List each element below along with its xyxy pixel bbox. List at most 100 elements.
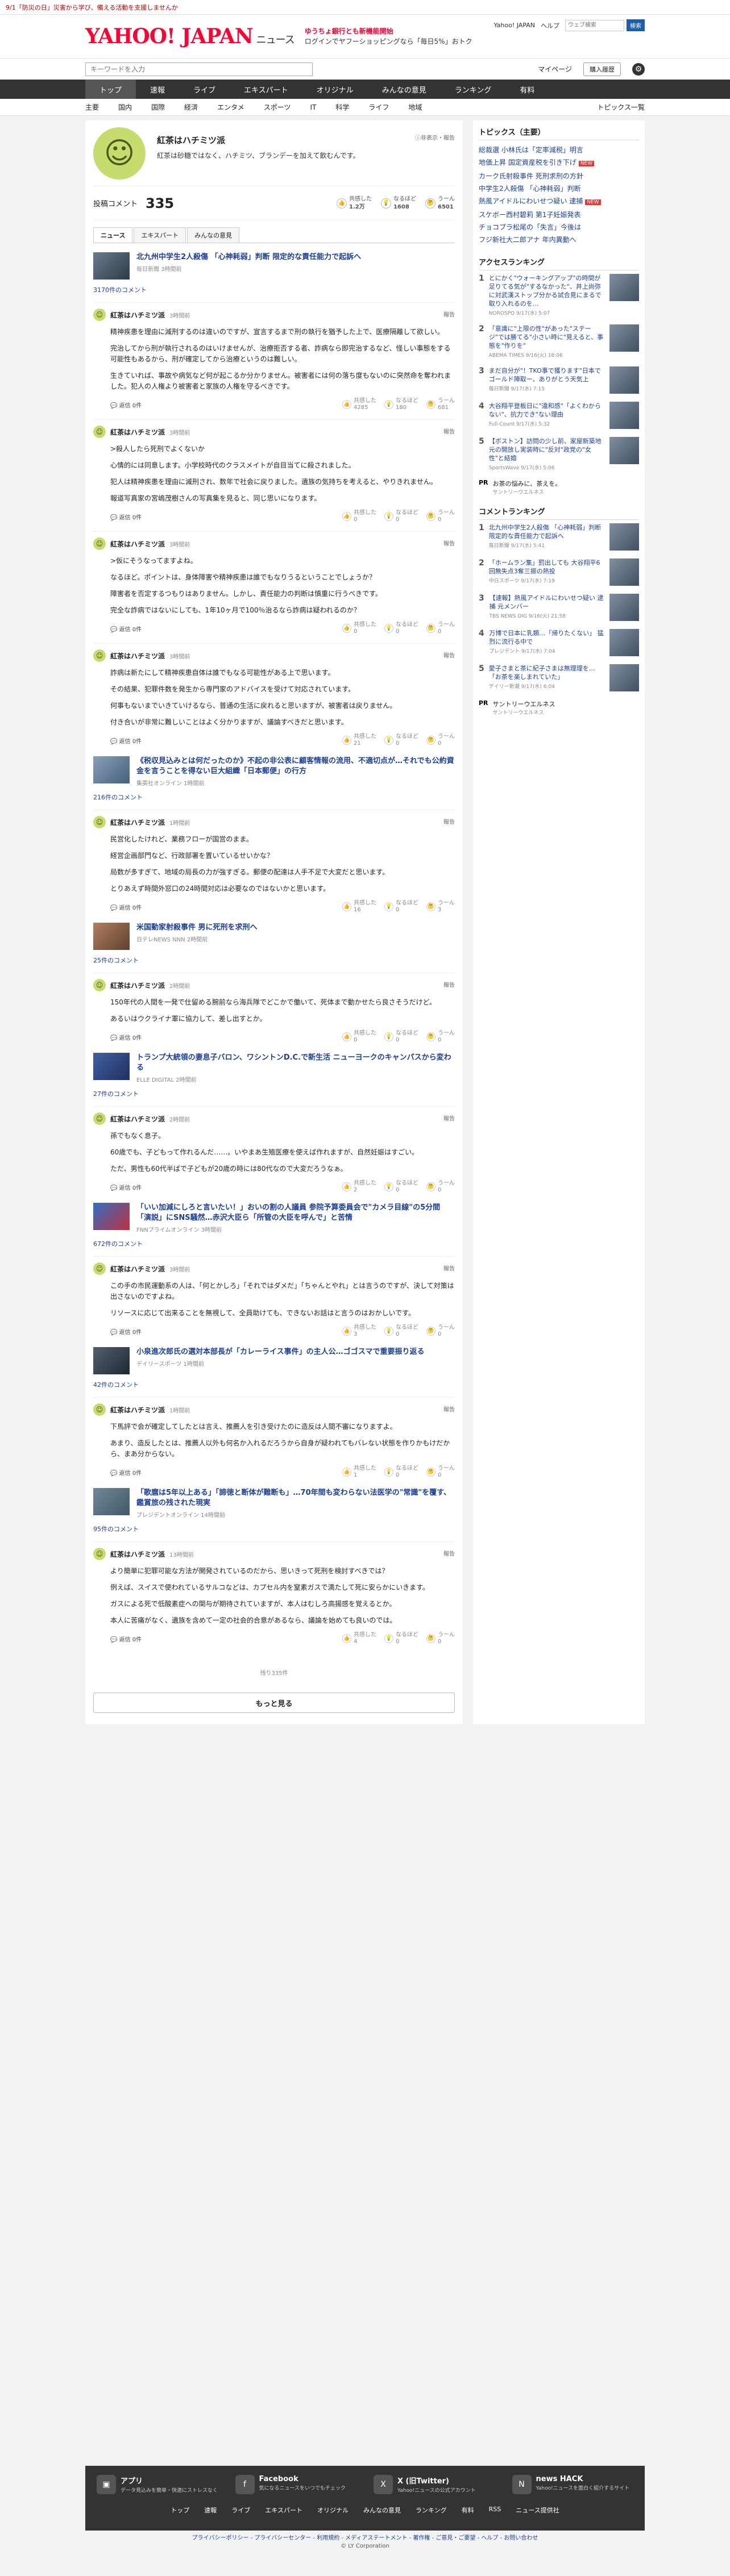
ranking-thumbnail[interactable]	[609, 594, 639, 621]
avatar[interactable]: ☺	[93, 309, 106, 321]
subnav-major[interactable]: 主要	[85, 102, 99, 112]
ranking-title[interactable]: まだ自分が"！TKO事で獲ります"日本でゴールド陣取ー、ありがとう天気上	[489, 366, 605, 384]
tab-opinions[interactable]: みんなの意見	[187, 227, 240, 243]
article-link[interactable]: 小泉進次郎氏の選対本部長が「カレーライス事件」の主人公…ゴゴスマで重要振り返るデ…	[93, 1347, 455, 1374]
avatar[interactable]: ☺	[93, 426, 106, 438]
footer-link[interactable]: ランキング	[416, 2506, 447, 2515]
reply-button[interactable]: 💬 返信 0件	[110, 736, 142, 745]
comment-author[interactable]: 紅茶はハチミツ派	[110, 1549, 165, 1559]
article-title[interactable]: 北九州中学生2人殺傷 「心神耗弱」判断 限定的な責任能力で起訴へ	[136, 252, 361, 262]
reply-button[interactable]: 💬 返信 0件	[110, 401, 142, 409]
ranking-item[interactable]: 2 「ホームラン集」罰出しても 大谷翔平6回無失点3奪三振の熱投 中日スポーツ 9/…	[479, 558, 639, 586]
ranking-title[interactable]: とにかく"ウォーキングアップ"の時間が足りてる気が"するなかった"、井上尚弥に対…	[489, 274, 605, 308]
article-link[interactable]: 米国動家射殺事件 男に死刑を求刑へ 日テレNEWS NNN 2時間前	[93, 923, 455, 950]
reaction-button[interactable]: 🤔 うーん 681	[426, 398, 455, 411]
reaction-button[interactable]: 🤔 うーん 0	[426, 510, 455, 523]
nav-live[interactable]: ライブ	[179, 80, 230, 99]
comment-count-link[interactable]: 3170件のコメント	[93, 285, 455, 294]
reaction-button[interactable]: 💡 なるほど 0	[384, 1632, 418, 1645]
subnav-science[interactable]: 科学	[335, 102, 349, 112]
reply-button[interactable]: 💬 返信 0件	[110, 624, 142, 633]
footer-promo[interactable]: f Facebook 気になるニュースをいつでもチェック	[235, 2475, 357, 2494]
article-thumbnail[interactable]	[93, 1488, 130, 1515]
report-link[interactable]: 報告	[443, 310, 455, 318]
ranking-thumbnail[interactable]	[609, 523, 639, 551]
reaction-button[interactable]: 💡 なるほど 0	[384, 622, 418, 635]
ranking-item[interactable]: 4 大谷翔平登板日に"違和感"「よくわからない"、抗力でき"ない理由 Full-Co…	[479, 402, 639, 429]
comment-count-link[interactable]: 25件のコメント	[93, 956, 455, 965]
reaction-button[interactable]: 👍 共感した 1	[342, 1465, 376, 1479]
comment-author[interactable]: 紅茶はハチミツ派	[110, 539, 165, 549]
topic-title[interactable]: スケボー西村碧莉 第1子妊娠発表	[479, 211, 580, 219]
article-link[interactable]: トランプ大統領の妻息子バロン、ワシントンD.C.で新生活 ニューヨークのキャンパ…	[93, 1053, 455, 1083]
topic-item[interactable]: 中学生2人殺傷 「心神耗弱」判断	[479, 182, 639, 195]
nav-ranking[interactable]: ランキング	[441, 80, 506, 99]
ranking-item[interactable]: 1 北九州中学生2人殺傷 「心神耗弱」判断 限定的な責任能力で起訴へ 毎日新聞 9/…	[479, 523, 639, 551]
topic-item[interactable]: 熱風アイドルにわいせつ疑い 逮捕 NEW	[479, 195, 639, 209]
comment-author[interactable]: 紅茶はハチミツ派	[110, 981, 165, 990]
ranking-item[interactable]: 3 まだ自分が"！TKO事で獲ります"日本でゴールド陣取ー、ありがとう天気上 毎日新…	[479, 366, 639, 394]
report-link[interactable]: 報告	[443, 427, 455, 435]
web-search-button[interactable]: 検索	[627, 19, 645, 31]
avatar[interactable]: ☺	[93, 1262, 106, 1275]
report-link[interactable]: 報告	[443, 539, 455, 547]
article-link[interactable]: 「いい加減にしろと言いたい！」おいの割の人議員 参院予算委員会で"カメラ目線"の…	[93, 1203, 455, 1233]
footer-promo[interactable]: X X (旧Twitter) Yahoo!ニュースの公式アカウント	[374, 2475, 495, 2494]
comment-count-link[interactable]: 216件のコメント	[93, 793, 455, 802]
reaction-button[interactable]: 👍 共感した 21	[342, 733, 376, 747]
ranking-thumbnail[interactable]	[609, 664, 639, 691]
comment-author[interactable]: 紅茶はハチミツ派	[110, 1264, 165, 1274]
tab-news[interactable]: ニュース	[93, 227, 133, 243]
footer-link[interactable]: 有料	[462, 2506, 474, 2515]
topic-item[interactable]: スケボー西村碧莉 第1子妊娠発表	[479, 209, 639, 221]
reaction-button[interactable]: 💡 なるほど 180	[384, 398, 418, 411]
article-link[interactable]: 北九州中学生2人殺傷 「心神耗弱」判断 限定的な責任能力で起訴へ 毎日新聞 3時間…	[93, 252, 455, 280]
comment-author[interactable]: 紅茶はハチミツ派	[110, 651, 165, 661]
comment-author[interactable]: 紅茶はハチミツ派	[110, 427, 165, 437]
avatar[interactable]: ☺	[93, 537, 106, 550]
ranking-thumbnail[interactable]	[609, 558, 639, 586]
nav-top[interactable]: トップ	[85, 80, 136, 99]
reaction-button[interactable]: 🤔 うーん 0	[426, 1180, 455, 1194]
subnav-domestic[interactable]: 国内	[118, 102, 132, 112]
nav-original[interactable]: オリジナル	[302, 80, 368, 99]
topic-item[interactable]: 総裁選 小林氏は「定率減税」明言	[479, 144, 639, 156]
reply-button[interactable]: 💬 返信 0件	[110, 1635, 142, 1643]
article-thumbnail[interactable]	[93, 1347, 130, 1374]
reaction-button[interactable]: 👍 共感した 0	[342, 622, 376, 635]
ranking-thumbnail[interactable]	[609, 274, 639, 301]
nav-breaking[interactable]: 速報	[136, 80, 179, 99]
ranking-title[interactable]: 愛子さまと茶に紀子さまは無理理を…「お茶を楽しまれていた」	[489, 664, 605, 681]
reaction-button[interactable]: 💡 なるほど 0	[384, 1324, 418, 1338]
ranking-thumbnail[interactable]	[609, 324, 639, 352]
reply-button[interactable]: 💬 返信 0件	[110, 1468, 142, 1477]
article-link[interactable]: 「歌麿は5年以上ある」「諦徳と断体が難断も」…70年間も変わらない法医学の"常識…	[93, 1488, 455, 1519]
reaction-button[interactable]: 🤔 うーん 0	[426, 733, 455, 747]
gear-icon[interactable]: ⚙	[632, 62, 645, 76]
article-title[interactable]: 《税収見込みとは何だったのか》不起の非公表に顧客情報の流用、不適切点が…それでも…	[136, 756, 455, 777]
article-title[interactable]: 小泉進次郎氏の選対本部長が「カレーライス事件」の主人公…ゴゴスマで重要振り返る	[136, 1347, 424, 1357]
ranking-title[interactable]: 北九州中学生2人殺傷 「心神耗弱」判断 限定的な責任能力で起訴へ	[489, 523, 605, 540]
ranking-thumbnail[interactable]	[609, 437, 639, 464]
reaction-button[interactable]: 💡 なるほど 0	[384, 1030, 418, 1044]
report-link[interactable]: 報告	[443, 817, 455, 826]
yahoo-japan-link[interactable]: Yahoo! JAPAN	[493, 22, 535, 29]
reaction-button[interactable]: 💡 なるほど 0	[384, 510, 418, 523]
subnav-life[interactable]: ライフ	[368, 102, 389, 112]
ranking-item[interactable]: 3 【速報】熱風アイドルにわいせつ疑い 逮捕 元メンバー TBS NEWS DIG …	[479, 594, 639, 621]
ranking-item[interactable]: 4 万博で日本に乳類…「帰りたくない」 猛烈に流行る中で プレジデント 9/17(水…	[479, 629, 639, 656]
footer-link[interactable]: RSS	[489, 2506, 501, 2515]
reaction-button[interactable]: 👍 共感した 3	[342, 1324, 376, 1338]
topic-title[interactable]: チョコプラ松尾の「失言」今後は	[479, 223, 581, 231]
subnav-it[interactable]: IT	[310, 103, 316, 111]
subnav-local[interactable]: 地域	[408, 102, 422, 112]
footer-link[interactable]: トップ	[171, 2506, 189, 2515]
pr-item-1[interactable]: PR お茶の悩みに、茶えを。 サントリーウエルネス	[479, 479, 639, 495]
legal-links[interactable]: プライバシーポリシー - プライバシーセンター - 利用規約 - メディアステー…	[0, 2533, 730, 2541]
topic-title[interactable]: カーク氏射殺事件 死刑求刑の方針	[479, 172, 583, 180]
report-link[interactable]: 報告	[443, 1264, 455, 1272]
report-link[interactable]: 報告	[443, 980, 455, 989]
top-notice-bar[interactable]: 9/1「防災の日」災害から学び、備える活動を支援しませんか	[0, 0, 730, 15]
comment-count-link[interactable]: 27件のコメント	[93, 1089, 455, 1098]
reaction-button[interactable]: 💡 なるほど 0	[384, 1180, 418, 1194]
